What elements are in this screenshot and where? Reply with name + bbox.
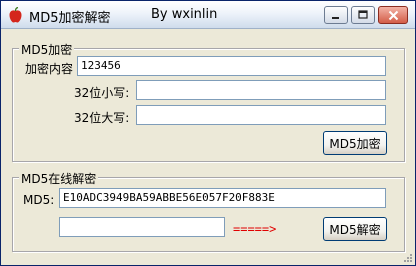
minimize-button[interactable]	[324, 6, 348, 24]
lower-md5-output[interactable]	[136, 80, 386, 100]
window-title: MD5加密解密	[29, 11, 111, 26]
author-label: By wxinlin	[151, 7, 218, 22]
maximize-button[interactable]	[351, 6, 375, 24]
md5-input[interactable]: E10ADC3949BA59ABBE56E057F20F883E	[59, 188, 386, 208]
close-icon	[388, 10, 398, 20]
content-label: 加密内容	[25, 62, 74, 76]
encrypt-group-title: MD5加密	[19, 41, 75, 58]
decrypt-group-title: MD5在线解密	[19, 170, 99, 187]
lower-label: 32位小写:	[74, 86, 130, 100]
upper-md5-output[interactable]	[136, 105, 386, 125]
resize-grip-icon[interactable]	[403, 253, 413, 263]
content-input[interactable]: 123456	[77, 56, 386, 76]
md5-label: MD5:	[23, 193, 55, 207]
arrow-indicator: =====>	[233, 222, 277, 236]
md5-decrypt-button[interactable]: MD5解密	[323, 217, 387, 241]
close-button[interactable]	[378, 6, 408, 24]
title-bar[interactable]: MD5加密解密 By wxinlin	[1, 1, 415, 29]
main-window: MD5加密解密 By wxinlin MD5加密 加密内容 123456 32位…	[0, 0, 416, 266]
upper-label: 32位大写:	[74, 111, 130, 125]
decrypt-result-output[interactable]	[59, 217, 225, 237]
maximize-icon	[358, 10, 368, 19]
md5-encrypt-button[interactable]: MD5加密	[323, 131, 387, 155]
apple-icon	[9, 7, 22, 23]
minimize-icon	[332, 17, 339, 19]
